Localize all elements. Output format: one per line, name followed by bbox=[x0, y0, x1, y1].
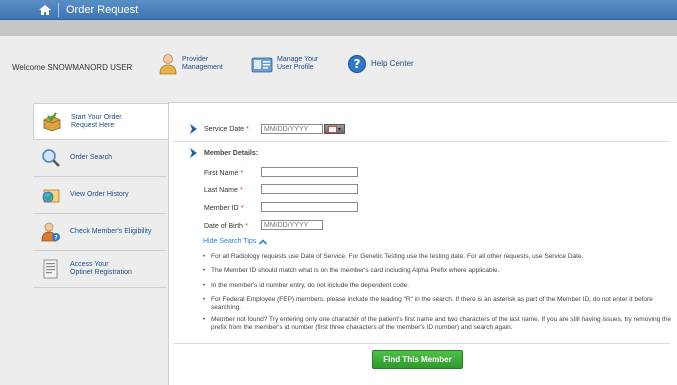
chevron-right-icon bbox=[190, 124, 197, 134]
last-name-input[interactable] bbox=[261, 184, 358, 194]
search-tip: • In the member's id number entry, do not… bbox=[203, 282, 410, 289]
provider-line2: Management bbox=[182, 64, 223, 71]
required-marker: * bbox=[240, 170, 244, 177]
nav-start-order[interactable]: Start Your Order Request Here bbox=[33, 103, 169, 140]
required-marker: * bbox=[246, 125, 249, 133]
search-tip: • The Member ID should match what is on t… bbox=[203, 267, 500, 274]
chevron-right-icon bbox=[190, 148, 197, 158]
nav-order-history-label: View Order History bbox=[70, 191, 129, 198]
service-date-label: Service Date bbox=[204, 125, 245, 133]
member-id-label: Member ID bbox=[204, 205, 239, 212]
tip-text-1: For all Radiology requests use Date of S… bbox=[211, 253, 584, 260]
section-divider bbox=[173, 141, 670, 142]
home-icon bbox=[38, 5, 51, 15]
dob-label-row: Date of Birth * bbox=[204, 221, 248, 230]
svg-text:?: ? bbox=[354, 57, 361, 71]
top-bar: Order Request bbox=[0, 0, 677, 20]
search-tip: • Member not found? Try entering only one… bbox=[203, 316, 672, 331]
first-name-label: First Name bbox=[204, 170, 239, 177]
calendar-button[interactable] bbox=[324, 124, 345, 134]
nav-registration-line2: Optinet Registration bbox=[70, 269, 132, 276]
nav-registration-line1: Access Your bbox=[70, 261, 109, 268]
nav-start-line2: Request Here bbox=[71, 121, 115, 129]
member-details-label: Member Details: bbox=[204, 149, 259, 157]
help-icon: ? bbox=[348, 55, 366, 73]
help-center-label: Help Center bbox=[371, 59, 414, 68]
required-marker: * bbox=[245, 223, 248, 230]
chevron-up-icon bbox=[259, 238, 268, 245]
nav-optinet-registration[interactable]: Access Your Optinet Registration bbox=[33, 251, 167, 288]
order-request-panel: Service Date * Member Details: First Nam… bbox=[168, 102, 677, 385]
nav-order-search-label: Order Search bbox=[70, 154, 113, 161]
registration-icon bbox=[43, 259, 58, 279]
last-name-label: Last Name bbox=[204, 187, 238, 194]
history-icon bbox=[42, 189, 60, 203]
calendar-icon bbox=[327, 125, 341, 133]
header-divider bbox=[58, 3, 59, 17]
tip-text-3: In the member's id number entry, do not … bbox=[211, 282, 410, 289]
member-details-header: Member Details: bbox=[189, 148, 258, 158]
provider-line1: Provider bbox=[182, 56, 209, 63]
search-tip: • For Federal Employee (FEP) members, ple… bbox=[203, 296, 673, 311]
dob-label: Date of Birth bbox=[204, 223, 243, 230]
side-nav: Start Your Order Request Here Order Searc… bbox=[33, 103, 169, 288]
nav-order-history[interactable]: View Order History bbox=[33, 177, 167, 214]
nav-eligibility-label: Check Member's Eligibility bbox=[70, 228, 152, 235]
footer-divider bbox=[173, 343, 670, 344]
help-center-link[interactable]: ? Help Center bbox=[347, 53, 414, 75]
service-date-row: Service Date * bbox=[189, 124, 249, 134]
dob-input[interactable] bbox=[261, 220, 323, 230]
find-member-button[interactable]: Find This Member bbox=[372, 350, 463, 369]
page-title: Order Request bbox=[66, 4, 139, 16]
welcome-text: Welcome SNOWMANORD USER bbox=[12, 63, 133, 72]
first-name-label-row: First Name * bbox=[204, 168, 243, 177]
nav-check-eligibility[interactable]: ? Check Member's Eligibility bbox=[33, 214, 167, 251]
magnifier-icon bbox=[42, 149, 60, 167]
order-box-icon bbox=[43, 111, 61, 131]
service-date-input[interactable] bbox=[261, 124, 323, 134]
svg-text:?: ? bbox=[54, 235, 58, 242]
home-button[interactable] bbox=[33, 0, 56, 20]
last-name-label-row: Last Name * bbox=[204, 185, 243, 194]
sub-header-bar bbox=[0, 20, 677, 36]
nav-order-search[interactable]: Order Search bbox=[33, 140, 167, 177]
profile-icon bbox=[251, 57, 273, 73]
tip-text-5: Member not found? Try entering only one … bbox=[211, 316, 672, 331]
required-marker: * bbox=[240, 187, 243, 194]
required-marker: * bbox=[240, 205, 244, 212]
hide-search-tips-label: Hide Search Tips bbox=[203, 238, 257, 245]
search-tip: • For all Radiology requests use Date of … bbox=[203, 253, 584, 260]
provider-management-link[interactable]: Provider Management bbox=[158, 53, 223, 75]
manage-profile-link[interactable]: Manage Your User Profile bbox=[251, 53, 318, 75]
hide-search-tips-link[interactable]: Hide Search Tips bbox=[203, 238, 268, 245]
profile-line2: User Profile bbox=[277, 64, 314, 71]
nav-start-line1: Start Your Order bbox=[71, 113, 122, 121]
first-name-input[interactable] bbox=[261, 167, 358, 177]
tip-text-2: The Member ID should match what is on th… bbox=[211, 267, 500, 274]
member-id-input[interactable] bbox=[261, 202, 358, 212]
profile-line1: Manage Your bbox=[277, 56, 319, 63]
tip-text-4: For Federal Employee (FEP) members, plea… bbox=[211, 296, 653, 311]
provider-icon bbox=[159, 54, 177, 75]
member-id-label-row: Member ID * bbox=[204, 203, 244, 212]
eligibility-icon: ? bbox=[41, 222, 60, 242]
